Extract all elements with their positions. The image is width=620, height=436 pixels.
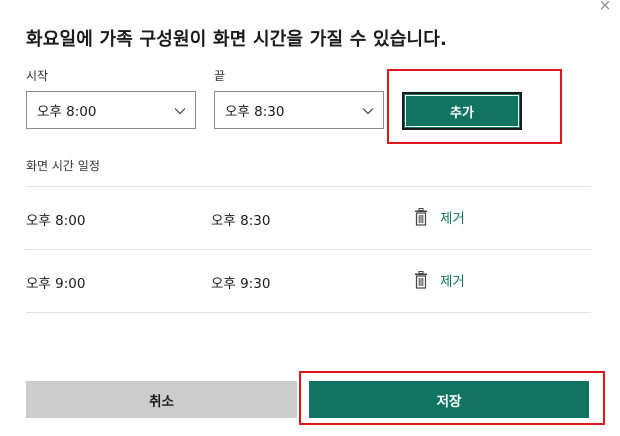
- schedule-start-time: 오후 8:00: [26, 213, 86, 229]
- save-button[interactable]: 저장: [309, 381, 589, 418]
- schedule-row: 오후 9:00 오후 9:30 제거: [0, 250, 620, 313]
- schedule-row: 오후 8:00 오후 8:30 제거: [0, 187, 620, 250]
- schedule-end-time: 오후 9:30: [211, 276, 271, 292]
- start-time-value: 오후 8:00: [37, 104, 97, 120]
- close-icon: ×: [598, 0, 612, 14]
- close-button[interactable]: ×: [596, 0, 614, 14]
- schedule-label: 화면 시간 일정: [26, 159, 100, 173]
- remove-button[interactable]: 제거: [414, 270, 465, 290]
- chevron-down-icon: [174, 108, 186, 115]
- start-time-dropdown[interactable]: 오후 8:00: [26, 91, 196, 129]
- remove-label: 제거: [440, 274, 465, 290]
- chevron-down-icon: [362, 108, 374, 115]
- schedule-end-time: 오후 8:30: [211, 213, 271, 229]
- remove-label: 제거: [440, 211, 465, 227]
- remove-button[interactable]: 제거: [414, 207, 465, 227]
- cancel-button[interactable]: 취소: [26, 381, 297, 418]
- trash-icon: [415, 271, 427, 289]
- start-time-label: 시작: [26, 69, 49, 83]
- divider: [26, 312, 591, 313]
- schedule-start-time: 오후 9:00: [26, 276, 86, 292]
- end-time-value: 오후 8:30: [225, 104, 285, 120]
- trash-icon: [415, 208, 427, 226]
- end-time-label: 끝: [214, 69, 226, 83]
- dialog-title: 화요일에 가족 구성원이 화면 시간을 가질 수 있습니다.: [26, 29, 448, 50]
- end-time-dropdown[interactable]: 오후 8:30: [214, 91, 384, 129]
- add-button[interactable]: 추가: [402, 92, 522, 130]
